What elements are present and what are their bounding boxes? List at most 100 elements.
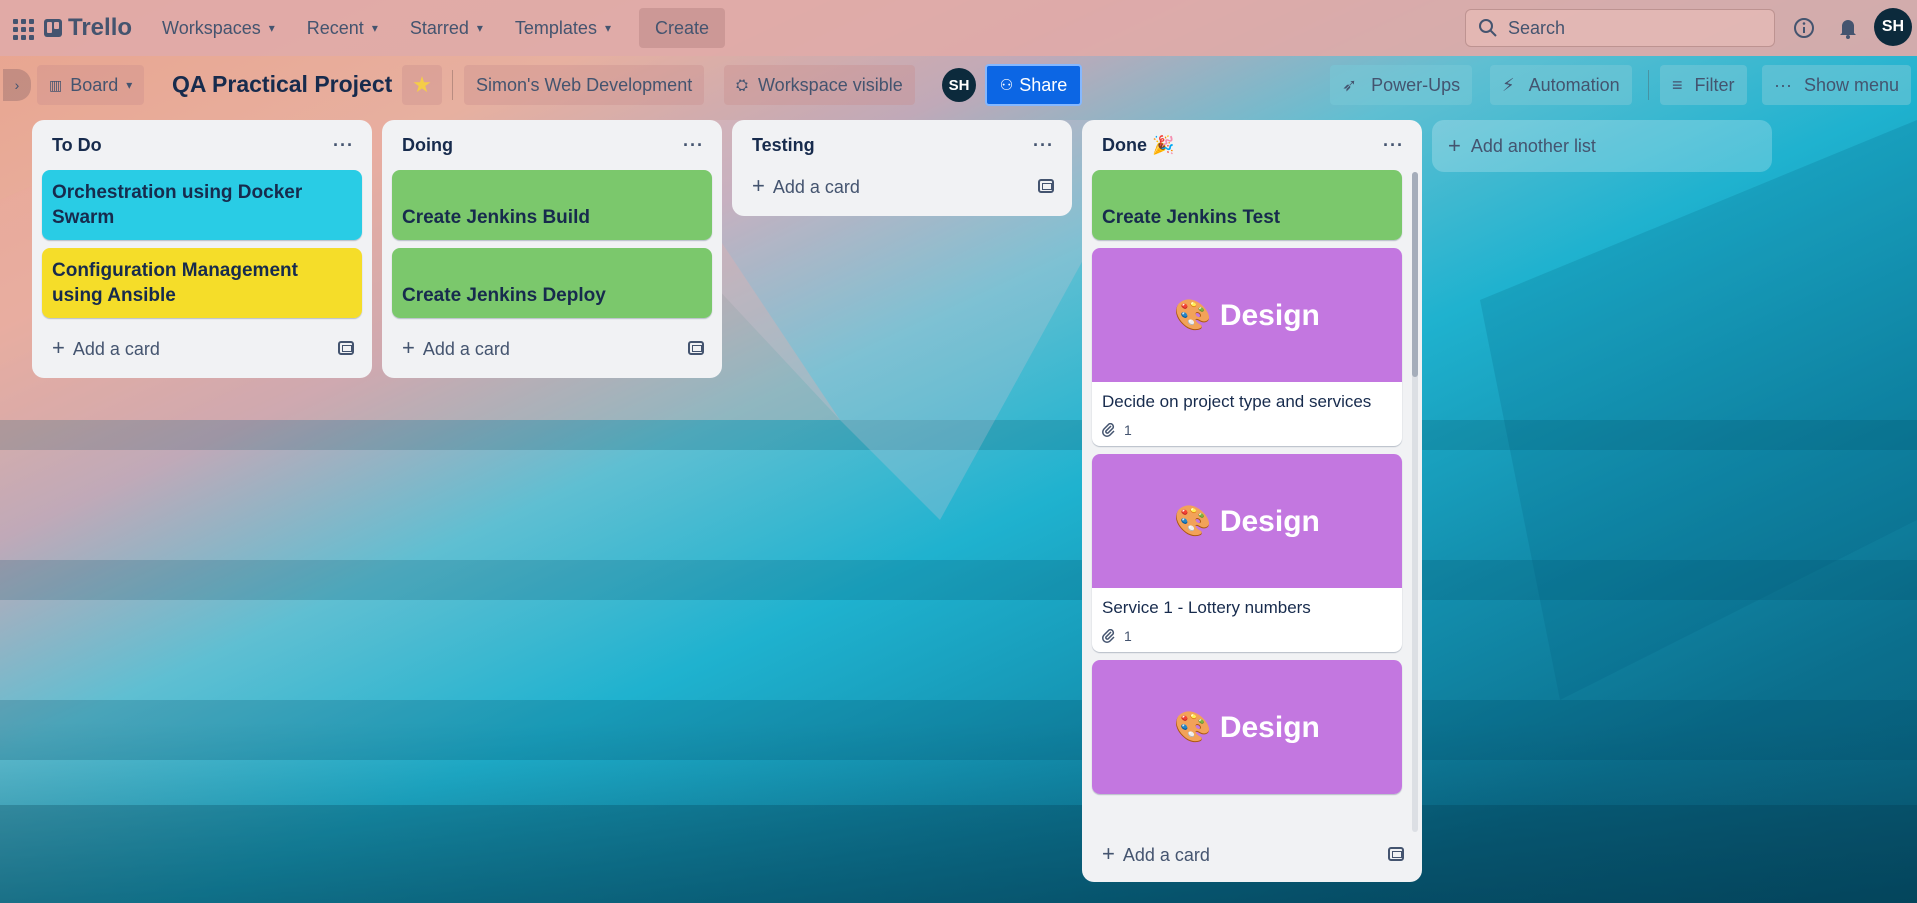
list-header: To Do ··· bbox=[40, 128, 364, 162]
card[interactable]: Create Jenkins Deploy bbox=[392, 248, 712, 318]
nav-recent[interactable]: Recent ▾ bbox=[295, 9, 390, 47]
filter-icon: ≡ bbox=[1672, 74, 1683, 95]
card-template-icon[interactable] bbox=[688, 341, 704, 355]
show-menu-button[interactable]: ··· Show menu bbox=[1762, 65, 1912, 105]
search-placeholder: Search bbox=[1508, 17, 1566, 38]
chevron-down-icon: ▾ bbox=[126, 78, 133, 92]
share-label: Share bbox=[1019, 74, 1068, 95]
filter-button[interactable]: ≡ Filter bbox=[1660, 65, 1747, 105]
card[interactable]: Orchestration using Docker Swarm bbox=[42, 170, 362, 240]
card[interactable]: Create Jenkins Test bbox=[1092, 170, 1402, 240]
plus-icon: + bbox=[752, 173, 765, 198]
card-cover: 🎨 Design bbox=[1092, 454, 1402, 588]
card-title: Decide on project type and services bbox=[1102, 392, 1372, 411]
add-card-button[interactable]: + Add a card bbox=[390, 326, 714, 370]
chevron-down-icon: ▾ bbox=[476, 21, 483, 35]
card-template-icon[interactable] bbox=[338, 341, 354, 355]
plus-icon: + bbox=[402, 335, 415, 360]
card[interactable]: Configuration Management using Ansible bbox=[42, 248, 362, 318]
add-card-button[interactable]: + Add a card bbox=[1090, 832, 1414, 876]
card-badges: 1 bbox=[1102, 628, 1392, 644]
search-input[interactable]: Search bbox=[1465, 9, 1775, 47]
plus-icon: + bbox=[1102, 841, 1115, 866]
add-card-text: Add a card bbox=[72, 339, 160, 359]
lightning-icon: ⚡ bbox=[1502, 74, 1515, 95]
user-avatar[interactable]: SH bbox=[1874, 8, 1912, 46]
card[interactable]: Create Jenkins Build bbox=[392, 170, 712, 240]
nav-label: Recent bbox=[306, 17, 364, 38]
nav-workspaces[interactable]: Workspaces ▾ bbox=[150, 9, 287, 47]
create-button[interactable]: Create bbox=[638, 8, 726, 48]
trello-logo[interactable]: Trello bbox=[44, 14, 132, 42]
member-avatar[interactable]: SH bbox=[942, 68, 976, 102]
divider bbox=[452, 70, 453, 100]
visibility-button[interactable]: ⛭ Workspace visible bbox=[724, 65, 915, 105]
nav-starred[interactable]: Starred ▾ bbox=[398, 9, 495, 47]
list-menu-icon[interactable]: ··· bbox=[683, 135, 704, 156]
card-title: Create Jenkins Test bbox=[1092, 170, 1402, 240]
visibility-label: Workspace visible bbox=[758, 74, 903, 95]
filter-label: Filter bbox=[1694, 74, 1735, 95]
chevron-down-icon: ▾ bbox=[268, 21, 275, 35]
app-switcher-icon[interactable] bbox=[10, 16, 34, 40]
add-list-label: Add another list bbox=[1470, 135, 1596, 156]
sidebar-toggle-chevron-right-icon[interactable]: › bbox=[3, 69, 31, 101]
add-member-icon: ⚇ bbox=[999, 77, 1014, 94]
star-board-button[interactable]: ★ bbox=[402, 65, 442, 105]
add-card-text: Add a card bbox=[1122, 845, 1210, 865]
chevron-down-icon: ▾ bbox=[604, 21, 611, 35]
add-card-label: + Add a card bbox=[1102, 841, 1210, 867]
notifications-bell-icon[interactable] bbox=[1836, 16, 1860, 40]
card-template-icon[interactable] bbox=[1038, 179, 1054, 193]
nav-label: Workspaces bbox=[162, 17, 261, 38]
info-icon[interactable] bbox=[1792, 16, 1816, 40]
show-menu-label: Show menu bbox=[1803, 74, 1900, 95]
list-title[interactable]: Done 🎉 bbox=[1102, 135, 1174, 156]
card-title: Create Jenkins Build bbox=[392, 170, 712, 240]
list-title[interactable]: Doing bbox=[402, 135, 453, 156]
add-card-button[interactable]: + Add a card bbox=[740, 164, 1064, 208]
power-ups-label: Power-Ups bbox=[1371, 74, 1461, 95]
list-done: Done 🎉 ··· Create Jenkins Test 🎨 Design … bbox=[1082, 120, 1422, 882]
list-cards-scroll-area[interactable]: Create Jenkins Test 🎨 Design Decide on p… bbox=[1090, 162, 1414, 828]
chevron-down-icon: ▾ bbox=[371, 21, 378, 35]
nav-templates[interactable]: Templates ▾ bbox=[503, 9, 623, 47]
automation-button[interactable]: ⚡ Automation bbox=[1490, 65, 1632, 105]
list-header: Testing ··· bbox=[740, 128, 1064, 162]
card[interactable]: 🎨 Design Decide on project type and serv… bbox=[1092, 248, 1402, 446]
list-doing: Doing ··· Create Jenkins Build Create Je… bbox=[382, 120, 722, 378]
list-title[interactable]: To Do bbox=[52, 135, 102, 156]
card[interactable]: 🎨 Design Service 1 - Lottery numbers 1 bbox=[1092, 454, 1402, 652]
add-card-label: + Add a card bbox=[52, 335, 160, 361]
plus-icon: + bbox=[52, 335, 65, 360]
more-icon: ··· bbox=[1774, 74, 1792, 95]
board-view-switcher[interactable]: ▥ Board ▾ bbox=[37, 65, 145, 105]
card-title: Orchestration using Docker Swarm bbox=[42, 170, 362, 240]
list-menu-icon[interactable]: ··· bbox=[1033, 135, 1054, 156]
plus-icon: + bbox=[1448, 133, 1461, 158]
card-title: Service 1 - Lottery numbers bbox=[1102, 598, 1311, 617]
power-ups-button[interactable]: ➶ Power-Ups bbox=[1330, 65, 1473, 105]
list-testing: Testing ··· + Add a card bbox=[732, 120, 1072, 216]
list-menu-icon[interactable]: ··· bbox=[1383, 135, 1404, 156]
workspace-button[interactable]: Simon's Web Development bbox=[464, 65, 705, 105]
add-another-list-button[interactable]: + Add another list bbox=[1432, 120, 1772, 172]
rocket-icon: ➶ bbox=[1342, 74, 1358, 95]
board-view-icon: ▥ bbox=[49, 76, 63, 93]
list-menu-icon[interactable]: ··· bbox=[333, 135, 354, 156]
list-title[interactable]: Testing bbox=[752, 135, 815, 156]
trello-logo-icon bbox=[44, 19, 62, 37]
card-title: Create Jenkins Deploy bbox=[392, 248, 712, 318]
list-scrollbar[interactable] bbox=[1412, 172, 1418, 832]
list-to-do: To Do ··· Orchestration using Docker Swa… bbox=[32, 120, 372, 378]
logo-text: Trello bbox=[68, 14, 133, 41]
share-button[interactable]: ⚇ Share bbox=[985, 64, 1082, 106]
card-badges: 1 bbox=[1102, 422, 1392, 438]
add-card-text: Add a card bbox=[422, 339, 510, 359]
card-title: Configuration Management using Ansible bbox=[42, 248, 362, 318]
paperclip-icon bbox=[1102, 629, 1115, 643]
card-template-icon[interactable] bbox=[1388, 847, 1404, 861]
add-card-button[interactable]: + Add a card bbox=[40, 326, 364, 370]
board-title[interactable]: QA Practical Project bbox=[172, 71, 392, 98]
card[interactable]: 🎨 Design bbox=[1092, 660, 1402, 794]
